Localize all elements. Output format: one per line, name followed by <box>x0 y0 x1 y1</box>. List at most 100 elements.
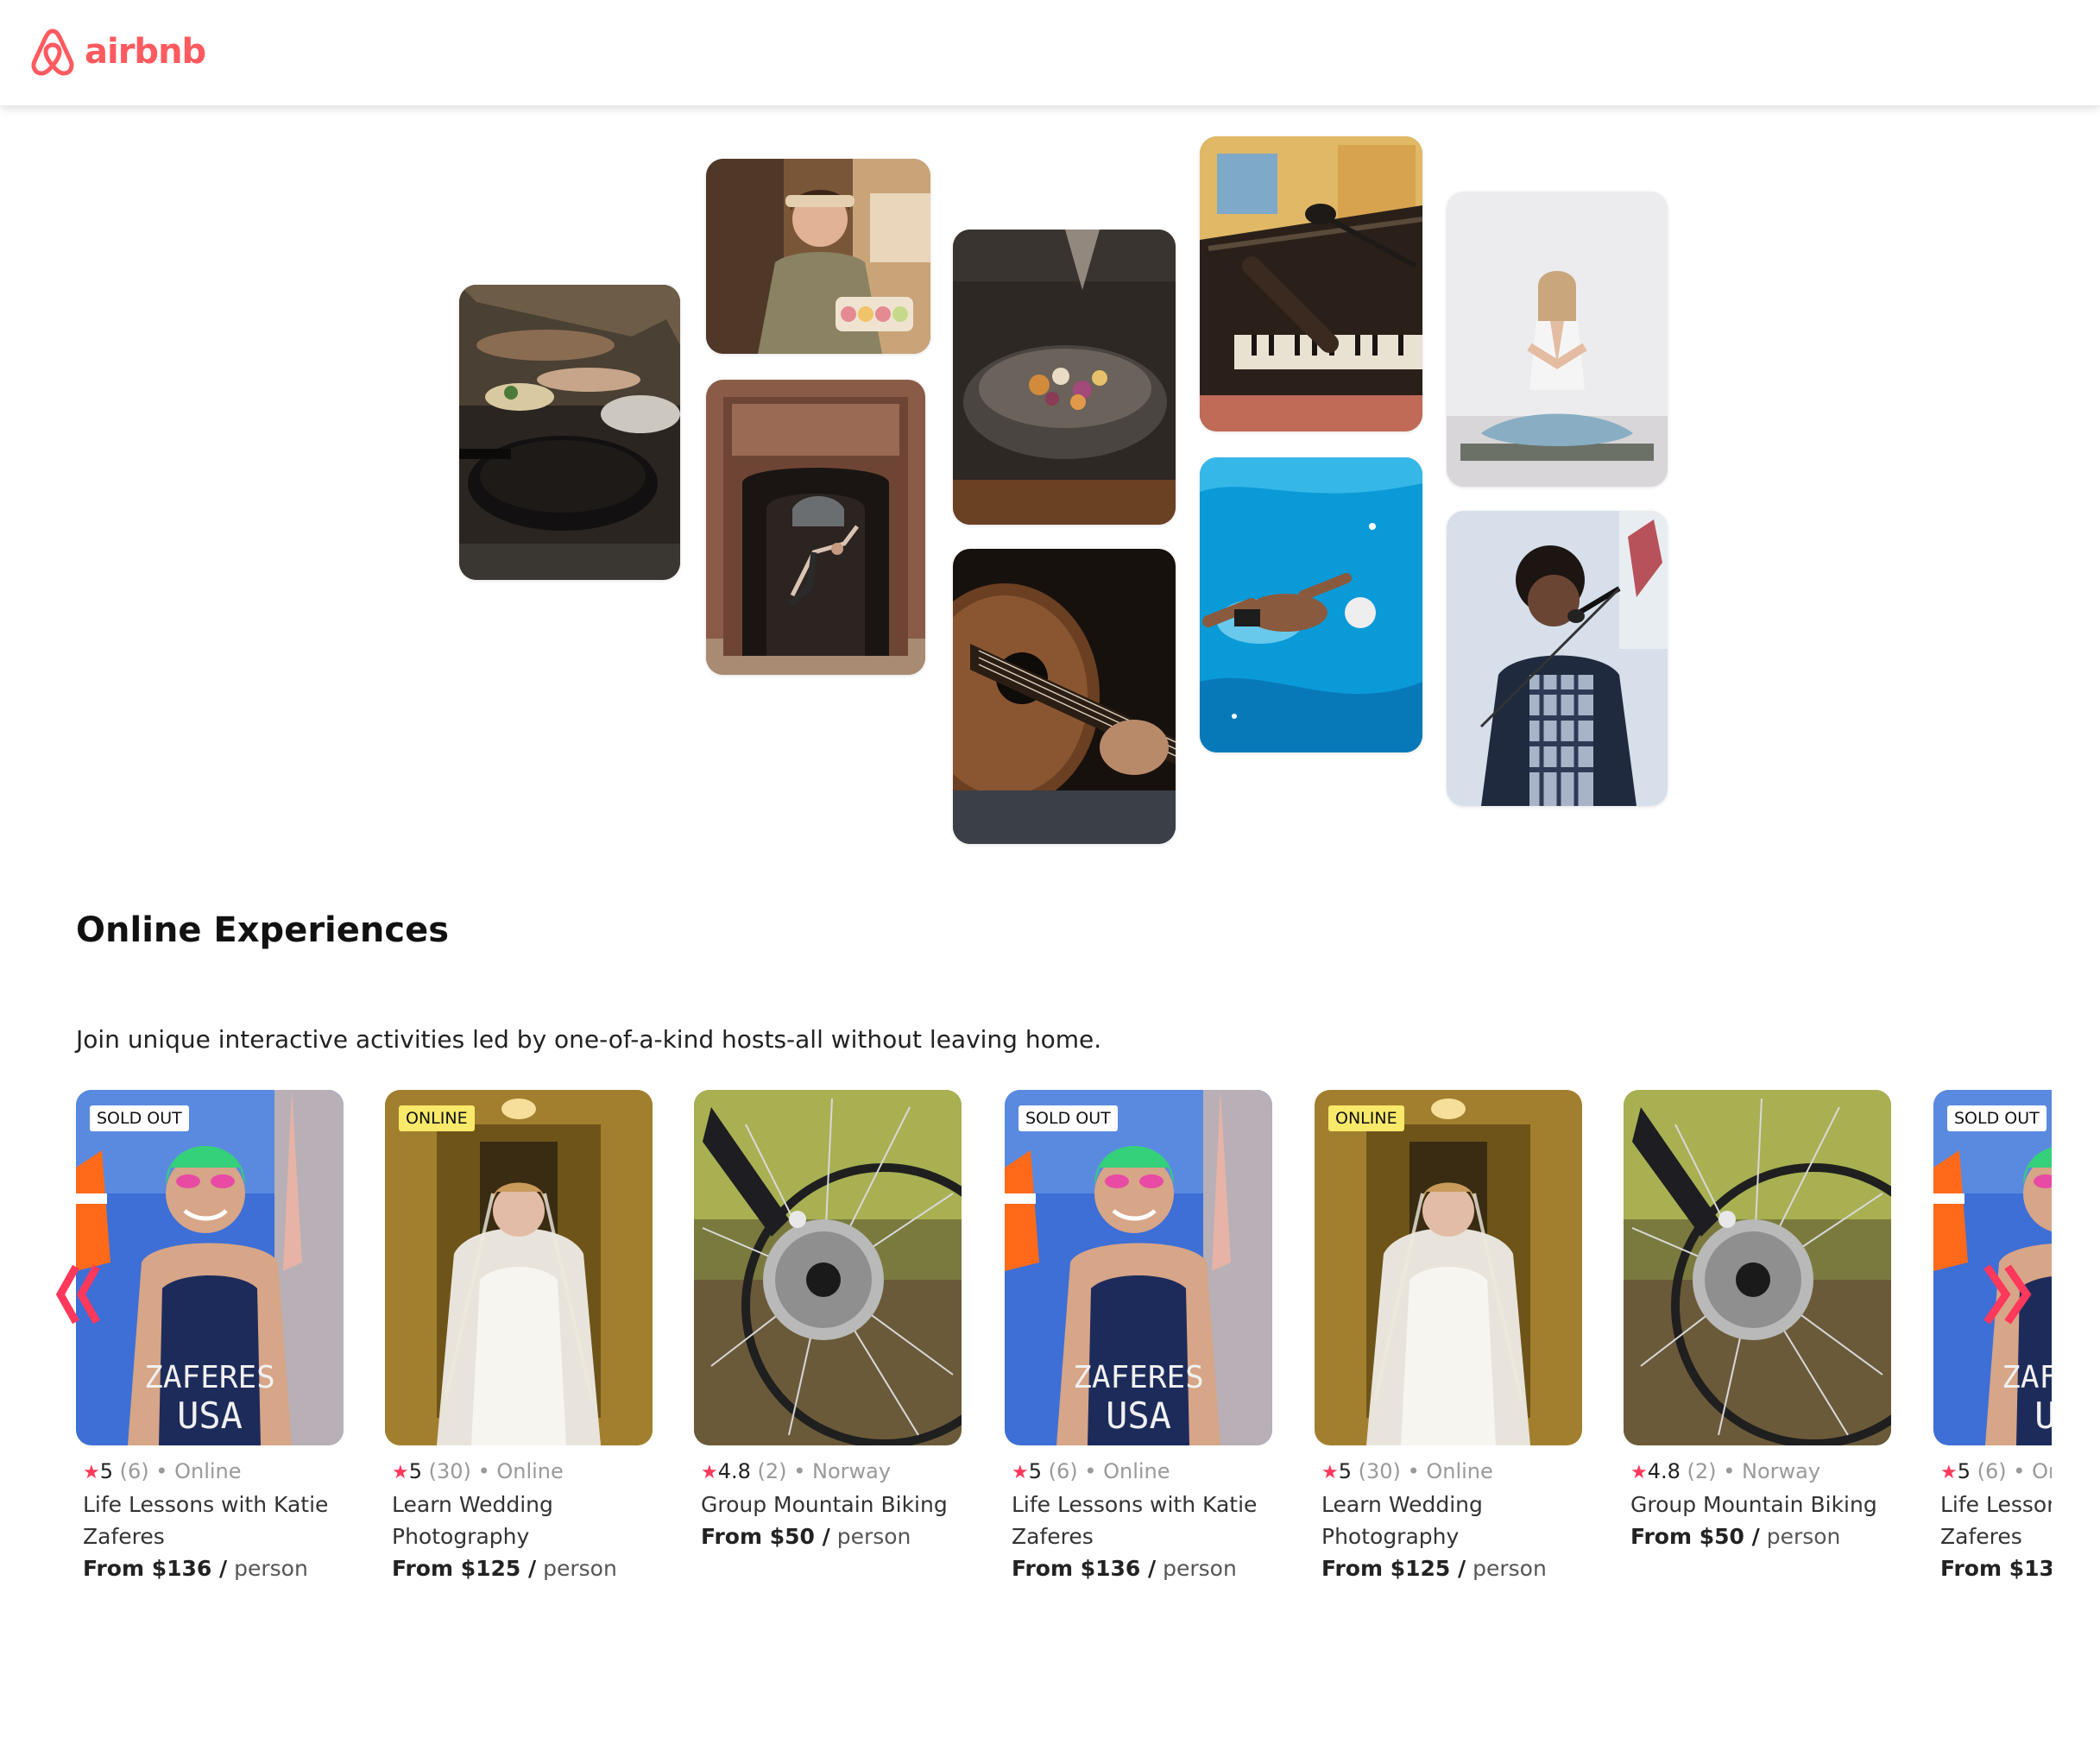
card-image[interactable]: ONLINE <box>385 1090 653 1445</box>
separator-dot: • <box>1084 1459 1097 1483</box>
section-subtitle: Join unique interactive activities led b… <box>76 1025 1102 1054</box>
price-slash: / <box>1744 1524 1760 1549</box>
review-count: (6) <box>1977 1459 2007 1483</box>
price-value: From $50 <box>701 1524 815 1549</box>
price-value: From $125 <box>392 1556 521 1581</box>
singer-photo <box>1447 511 1668 806</box>
card-image[interactable] <box>1624 1090 1891 1445</box>
rating-value: 4.8 <box>1647 1459 1681 1483</box>
hero-tile-dancer <box>706 380 925 675</box>
price-unit: person <box>1759 1524 1841 1549</box>
cooking-photo <box>459 285 680 580</box>
price-slash: / <box>211 1556 228 1581</box>
star-icon: ★ <box>1630 1462 1648 1483</box>
bike-photo <box>694 1090 962 1445</box>
price-unit: person <box>1466 1556 1547 1581</box>
experience-card[interactable]: ONLINE ★5 (30) • Online Learn Wedding Ph… <box>1315 1090 1582 1608</box>
experience-card[interactable]: ZAFERES USA SOLD OUT ★5 (6) • Online Lif… <box>1005 1090 1272 1608</box>
price-slash: / <box>1450 1556 1466 1581</box>
star-icon: ★ <box>701 1462 718 1483</box>
price-value: From $50 <box>1630 1524 1744 1549</box>
price-value: From $136 <box>1940 1556 2052 1581</box>
review-count: (30) <box>428 1459 471 1483</box>
jersey-text-name: ZAFERES <box>1073 1360 1204 1395</box>
hero-tile-food <box>953 230 1176 525</box>
jersey-text-country: USA <box>2034 1395 2052 1437</box>
pastry-chef-photo <box>706 159 930 354</box>
price-unit: person <box>829 1524 911 1549</box>
card-title[interactable]: Life Lessons with Katie Zaferes <box>83 1489 342 1552</box>
card-rating-row: ★5 (30) • Online <box>1321 1456 1582 1489</box>
athlete-photo: ZAFERES USA <box>1005 1090 1272 1445</box>
card-title[interactable]: Group Mountain Biking <box>701 1489 960 1520</box>
card-image[interactable]: ONLINE <box>1315 1090 1582 1445</box>
card-location: Online <box>496 1459 564 1483</box>
hero-tile-keyboard <box>1200 136 1422 431</box>
carousel-prev-button[interactable] <box>54 1260 116 1329</box>
card-price: From $136 / person <box>1012 1552 1272 1584</box>
card-image[interactable]: ZAFERES USA SOLD OUT <box>76 1090 344 1445</box>
review-count: (2) <box>1687 1459 1717 1483</box>
card-rating-row: ★4.8 (2) • Norway <box>1630 1456 1891 1489</box>
price-slash: / <box>1140 1556 1157 1581</box>
airbnb-logo-icon <box>31 28 74 76</box>
price-unit: person <box>536 1556 617 1581</box>
status-badge: SOLD OUT <box>1018 1105 1118 1131</box>
swimmer-photo <box>1200 457 1422 752</box>
section-title: Online Experiences <box>76 910 450 950</box>
price-unit: person <box>1156 1556 1237 1581</box>
review-count: (30) <box>1358 1459 1401 1483</box>
star-icon: ★ <box>83 1462 100 1483</box>
hero-tile-guitar <box>953 549 1176 844</box>
card-price: From $125 / person <box>392 1552 653 1584</box>
review-count: (6) <box>119 1459 149 1483</box>
card-title[interactable]: Group Mountain Biking <box>1630 1489 1889 1520</box>
guitar-photo <box>953 549 1176 844</box>
status-badge: ONLINE <box>399 1105 475 1131</box>
chevron-left-icon <box>55 1264 100 1325</box>
athlete-photo: ZAFERES USA <box>76 1090 344 1445</box>
star-icon: ★ <box>392 1462 409 1483</box>
price-value: From $136 <box>1012 1556 1141 1581</box>
experience-card[interactable]: ★4.8 (2) • Norway Group Mountain Biking … <box>1624 1090 1891 1608</box>
card-title[interactable]: Learn Wedding Photography <box>392 1489 651 1552</box>
bride-photo <box>1315 1090 1582 1445</box>
price-value: From $136 <box>83 1556 212 1581</box>
card-title[interactable]: Life Lessons with Katie Zaferes <box>1940 1489 2052 1552</box>
card-rating-row: ★5 (6) • Online <box>83 1456 344 1489</box>
card-rating-row: ★4.8 (2) • Norway <box>701 1456 962 1489</box>
food-bowl-photo <box>953 230 1176 525</box>
card-rating-row: ★5 (6) • Online <box>1940 1456 2052 1489</box>
review-count: (6) <box>1048 1459 1078 1483</box>
brand-name: airbnb <box>85 32 206 72</box>
bride-photo <box>385 1090 653 1445</box>
jersey-text-country: USA <box>177 1395 243 1437</box>
card-title[interactable]: Learn Wedding Photography <box>1321 1489 1580 1552</box>
hero-tile-pastry <box>706 159 930 354</box>
card-image[interactable] <box>694 1090 962 1445</box>
rating-value: 5 <box>99 1459 114 1483</box>
card-price: From $50 / person <box>701 1520 962 1552</box>
card-title[interactable]: Life Lessons with Katie Zaferes <box>1012 1489 1271 1552</box>
hero-tile-yoga <box>1447 192 1668 487</box>
experience-card[interactable]: ONLINE ★5 (30) • Online Learn Wedding Ph… <box>385 1090 653 1608</box>
carousel-next-button[interactable] <box>1970 1260 2032 1329</box>
rating-value: 5 <box>408 1459 423 1483</box>
rating-value: 5 <box>1957 1459 1971 1483</box>
card-price: From $50 / person <box>1630 1520 1891 1552</box>
experience-card[interactable]: ZAFERES USA SOLD OUT ★5 (6) • Online Lif… <box>1933 1090 2052 1608</box>
airbnb-logo-link[interactable]: airbnb <box>28 24 206 79</box>
status-badge: SOLD OUT <box>1947 1105 2046 1131</box>
hero-tile-cooking <box>459 285 680 580</box>
experience-card[interactable]: ZAFERES USA SOLD OUT ★5 (6) • Online Lif… <box>76 1090 344 1608</box>
star-icon: ★ <box>1321 1462 1339 1483</box>
status-badge: SOLD OUT <box>90 1105 189 1131</box>
separator-dot: • <box>155 1459 168 1483</box>
price-unit: person <box>227 1556 308 1581</box>
card-image[interactable]: ZAFERES USA SOLD OUT <box>1005 1090 1272 1445</box>
yoga-photo <box>1447 192 1668 487</box>
experience-card[interactable]: ★4.8 (2) • Norway Group Mountain Biking … <box>694 1090 962 1608</box>
rating-value: 5 <box>1028 1459 1043 1483</box>
hero-tile-singer <box>1447 511 1668 806</box>
star-icon: ★ <box>1940 1462 1958 1483</box>
